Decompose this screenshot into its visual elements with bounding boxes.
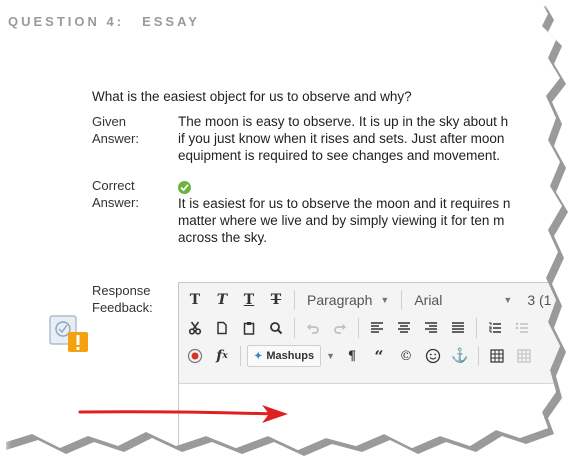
editor-toolbar-row-2 bbox=[183, 315, 534, 341]
toolbar-divider bbox=[358, 318, 359, 338]
toolbar-divider bbox=[401, 290, 403, 310]
font-family-select[interactable]: Arial ▼ bbox=[408, 289, 518, 311]
find-icon[interactable] bbox=[264, 316, 288, 340]
undo-icon[interactable] bbox=[301, 316, 325, 340]
question-prompt: What is the easiest object for us to obs… bbox=[92, 89, 412, 104]
question-header: QUESTION 4: ESSAY bbox=[8, 14, 200, 29]
mashups-icon: ✦ bbox=[254, 350, 263, 362]
screenshot-frame: QUESTION 4: ESSAY What is the easiest obj… bbox=[0, 0, 569, 466]
feedback-warning-icon bbox=[48, 312, 90, 354]
align-center-icon[interactable] bbox=[392, 316, 416, 340]
question-type: ESSAY bbox=[142, 14, 200, 29]
toolbar-divider bbox=[240, 346, 241, 366]
anchor-button[interactable]: ⚓ bbox=[448, 344, 472, 368]
chevron-down-icon: ▼ bbox=[503, 295, 513, 305]
numbered-list-icon[interactable] bbox=[483, 316, 507, 340]
copyright-button[interactable]: © bbox=[394, 344, 418, 368]
paste-icon[interactable] bbox=[237, 316, 261, 340]
editor-toolbar-row-3: fx ✦ Mashups ▼ ¶ “ © ⚓ bbox=[183, 343, 536, 369]
align-left-icon[interactable] bbox=[365, 316, 389, 340]
toolbar-divider bbox=[476, 318, 477, 338]
strikethrough-button[interactable]: T bbox=[264, 288, 288, 312]
given-answer-label: Given Answer: bbox=[92, 114, 139, 146]
correct-answer-label: Correct Answer: bbox=[92, 178, 139, 210]
italic-button[interactable]: T bbox=[210, 288, 234, 312]
emoticon-icon[interactable] bbox=[421, 344, 445, 368]
font-size-select[interactable]: 3 (1 bbox=[521, 289, 557, 311]
bullet-list-icon[interactable] bbox=[510, 316, 534, 340]
paragraph-format-select[interactable]: Paragraph ▼ bbox=[301, 289, 395, 311]
chevron-down-icon[interactable]: ▼ bbox=[324, 345, 337, 367]
align-justify-icon[interactable] bbox=[446, 316, 470, 340]
copy-icon[interactable] bbox=[210, 316, 234, 340]
given-answer-text: The moon is easy to observe. It is up in… bbox=[178, 114, 509, 163]
redo-icon[interactable] bbox=[328, 316, 352, 340]
table-properties-icon[interactable] bbox=[512, 344, 536, 368]
red-arrow-annotation bbox=[78, 405, 288, 423]
record-icon[interactable] bbox=[183, 344, 207, 368]
question-number: QUESTION 4: bbox=[8, 14, 125, 29]
bold-button[interactable]: T bbox=[183, 288, 207, 312]
table-icon[interactable] bbox=[485, 344, 509, 368]
cut-icon[interactable] bbox=[183, 316, 207, 340]
toolbar-divider bbox=[294, 318, 295, 338]
chevron-down-icon: ▼ bbox=[380, 295, 390, 305]
editor-toolbar-row-1: T T T T Paragraph ▼ Arial ▼ 3 (1 bbox=[183, 287, 557, 313]
paragraph-mark-button[interactable]: ¶ bbox=[340, 344, 364, 368]
response-feedback-label: Response Feedback: bbox=[92, 283, 153, 315]
mashups-dropdown[interactable]: ✦ Mashups bbox=[247, 345, 322, 367]
formula-icon[interactable]: fx bbox=[210, 344, 234, 368]
toolbar-divider bbox=[478, 346, 479, 366]
underline-button[interactable]: T bbox=[237, 288, 261, 312]
align-right-icon[interactable] bbox=[419, 316, 443, 340]
toolbar-divider bbox=[294, 290, 295, 310]
correct-answer-text: It is easiest for us to observe the moon… bbox=[178, 196, 511, 245]
blockquote-button[interactable]: “ bbox=[367, 344, 391, 368]
essay-question-panel: QUESTION 4: ESSAY What is the easiest obj… bbox=[0, 0, 562, 450]
check-circle-icon bbox=[178, 181, 191, 194]
